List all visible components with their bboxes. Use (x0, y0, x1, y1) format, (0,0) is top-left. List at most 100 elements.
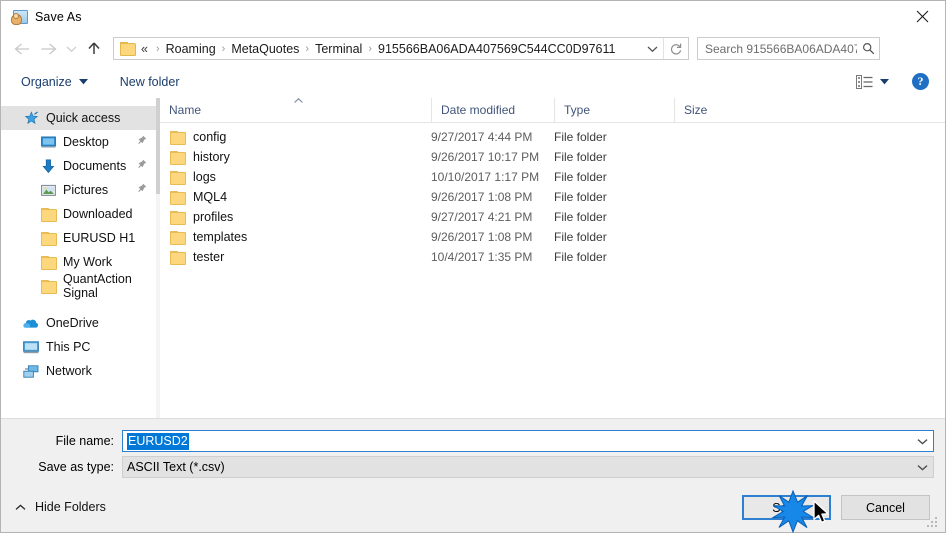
breadcrumb-metaquotes[interactable]: MetaQuotes (230, 42, 300, 56)
file-name-cell[interactable]: templates (160, 230, 431, 245)
file-type-cell: File folder (554, 150, 607, 164)
save-as-type-label: Save as type: (38, 460, 114, 474)
address-bar[interactable]: « › Roaming › MetaQuotes › Terminal › 91… (113, 37, 689, 60)
pin-icon[interactable] (137, 183, 147, 195)
recent-locations-button[interactable] (61, 36, 81, 62)
caret-down-icon[interactable] (880, 78, 889, 85)
file-date-cell: 10/10/2017 1:17 PM (431, 170, 540, 184)
folder-icon (170, 230, 186, 245)
file-name-cell[interactable]: history (160, 150, 431, 165)
sidebar-item-downloaded[interactable]: Downloaded (1, 202, 159, 226)
cancel-button[interactable]: Cancel (841, 495, 930, 520)
folder-icon (170, 130, 186, 145)
search-input[interactable]: Search 915566BA06ADA40756... (697, 37, 880, 60)
file-name-cell[interactable]: config (160, 130, 431, 145)
sidebar-item-label: Quick access (46, 111, 121, 125)
sidebar-item-label: QuantAction Signal (63, 272, 132, 300)
help-icon[interactable]: ? (912, 73, 929, 90)
file-name-label: profiles (193, 210, 234, 224)
pin-icon[interactable] (137, 159, 147, 171)
breadcrumb-roaming[interactable]: Roaming (165, 42, 217, 56)
refresh-icon[interactable] (663, 38, 688, 59)
sidebar-item-this-pc[interactable]: This PC (1, 335, 159, 359)
list-view-icon (856, 74, 873, 89)
column-header-label: Date modified (441, 103, 516, 117)
file-date-cell: 9/26/2017 10:17 PM (431, 150, 540, 164)
table-row[interactable]: logs 10/10/2017 1:17 PM File folder (160, 167, 945, 187)
breadcrumb-terminal-id[interactable]: 915566BA06ADA407569C544CC0D97611 (377, 42, 616, 56)
sidebar-item-desktop[interactable]: Desktop (1, 130, 159, 154)
table-row[interactable]: templates 9/26/2017 1:08 PM File folder (160, 227, 945, 247)
network-icon (23, 363, 39, 379)
back-button[interactable] (9, 36, 35, 62)
cancel-button-label: Cancel (866, 500, 905, 515)
table-row[interactable]: MQL4 9/26/2017 1:08 PM File folder (160, 187, 945, 207)
column-header-type[interactable]: Type (554, 98, 674, 122)
table-row[interactable]: history 9/26/2017 10:17 PM File folder (160, 147, 945, 167)
chevron-down-icon[interactable] (642, 38, 662, 59)
chevron-down-icon[interactable] (911, 431, 933, 451)
file-name-input[interactable]: EURUSD2 (122, 430, 934, 452)
resize-grip-icon[interactable] (927, 515, 940, 528)
table-row[interactable]: config 9/27/2017 4:44 PM File folder (160, 127, 945, 147)
sidebar-item-my-work[interactable]: My Work (1, 250, 159, 274)
file-date-cell: 9/27/2017 4:21 PM (431, 210, 533, 224)
desktop-icon (40, 134, 56, 150)
sidebar-item-label: Documents (63, 159, 127, 173)
file-name-cell[interactable]: MQL4 (160, 190, 431, 205)
breadcrumb-prefix[interactable]: « (140, 42, 151, 56)
breadcrumb-separator: › (221, 42, 226, 55)
table-row[interactable]: profiles 9/27/2017 4:21 PM File folder (160, 207, 945, 227)
file-name-cell[interactable]: profiles (160, 210, 431, 225)
sidebar-item-label: My Work (63, 255, 113, 269)
navigation-sidebar: Quick access Desktop Documents Pictures … (1, 98, 160, 418)
save-as-type-select[interactable]: ASCII Text (*.csv) (122, 456, 934, 478)
file-name-cell[interactable]: logs (160, 170, 431, 185)
sidebar-item-onedrive[interactable]: OneDrive (1, 311, 159, 335)
column-header-name[interactable]: Name (160, 98, 431, 122)
organize-button[interactable]: Organize (15, 70, 94, 94)
save-button[interactable]: Save (742, 495, 831, 520)
file-type-cell: File folder (554, 190, 607, 204)
sidebar-item-quick-access[interactable]: Quick access (1, 106, 159, 130)
forward-button[interactable] (35, 36, 61, 62)
chevron-down-icon[interactable] (911, 457, 933, 477)
new-folder-button[interactable]: New folder (114, 70, 186, 94)
chevron-up-icon (15, 504, 26, 511)
search-icon[interactable] (857, 42, 879, 55)
change-view-button[interactable] (852, 70, 893, 94)
dialog-footer: Hide Folders Save Cancel (1, 487, 945, 532)
breadcrumb-separator: › (368, 42, 373, 55)
folder-icon (40, 278, 57, 294)
folder-icon (170, 250, 186, 265)
folder-icon (120, 42, 136, 56)
title-bar: Save As (1, 1, 945, 32)
sidebar-item-eurusd-h1[interactable]: EURUSD H1 (1, 226, 159, 250)
folder-icon (170, 170, 186, 185)
sidebar-item-pictures[interactable]: Pictures (1, 178, 159, 202)
column-header-date-modified[interactable]: Date modified (431, 98, 554, 122)
file-name-label: logs (193, 170, 216, 184)
save-form-area: File name: EURUSD2 Save as type: ASCII T… (1, 418, 945, 488)
file-date-cell: 10/4/2017 1:35 PM (431, 250, 533, 264)
file-list-pane: Name Date modified Type Size config 9/27… (160, 98, 945, 418)
sidebar-item-documents[interactable]: Documents (1, 154, 159, 178)
file-name-label: config (193, 130, 227, 144)
this-pc-icon (23, 339, 39, 355)
sidebar-item-quantaction-signal[interactable]: QuantAction Signal (1, 272, 159, 300)
file-name-value: EURUSD2 (127, 432, 189, 450)
hide-folders-button[interactable]: Hide Folders (15, 500, 106, 514)
folder-icon (170, 190, 186, 205)
toolbar-right-group: ? (852, 65, 945, 98)
breadcrumb-terminal[interactable]: Terminal (314, 42, 363, 56)
file-name-cell[interactable]: tester (160, 250, 431, 265)
up-one-level-button[interactable] (81, 36, 107, 62)
close-icon[interactable] (899, 1, 945, 32)
table-row[interactable]: tester 10/4/2017 1:35 PM File folder (160, 247, 945, 267)
sidebar-item-network[interactable]: Network (1, 359, 159, 383)
column-header-size[interactable]: Size (674, 98, 753, 122)
save-button-label: Save (772, 500, 801, 515)
pin-icon[interactable] (137, 135, 147, 147)
folder-icon (170, 150, 186, 165)
file-date-cell: 9/27/2017 4:44 PM (431, 130, 533, 144)
